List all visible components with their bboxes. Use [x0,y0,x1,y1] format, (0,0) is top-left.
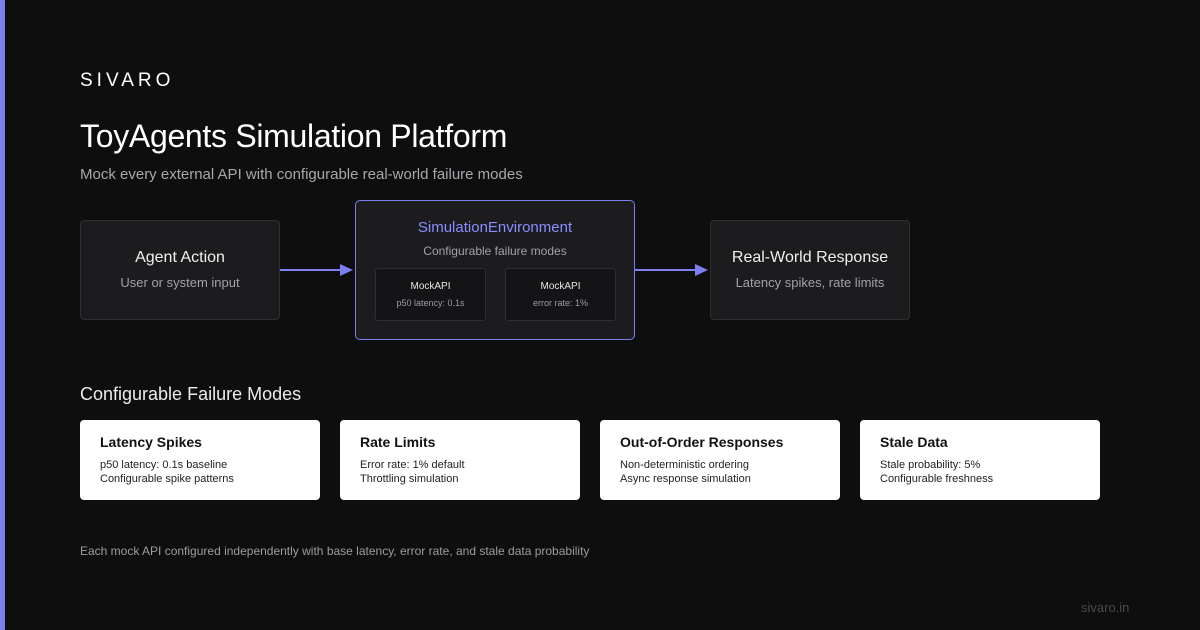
failure-modes-heading: Configurable Failure Modes [80,384,302,404]
card-title: Out-of-Order Responses [620,434,784,450]
simulation-environment-box: SimulationEnvironment Configurable failu… [355,200,635,340]
failure-mode-card-rate-limits: Rate Limits Error rate: 1% default Throt… [340,420,580,500]
card-title: Rate Limits [360,434,436,450]
arrow-agent-to-simulation [280,264,353,276]
simulation-environment-title: SimulationEnvironment [417,219,573,236]
card-line: Stale probability: 5% [880,459,981,471]
card-title: Latency Spikes [100,434,202,450]
arrow-simulation-to-response [635,264,708,276]
card-line: Configurable spike patterns [100,473,234,485]
mock-api-detail: p50 latency: 0.1s [396,298,465,308]
simulation-environment-subtitle: Configurable failure modes [423,244,567,258]
footer-url[interactable]: sivaro.in [1081,600,1129,615]
card-line: Non-deterministic ordering [620,459,749,471]
card-title: Stale Data [880,434,948,450]
page-title: ToyAgents Simulation Platform [80,118,508,154]
page-subtitle: Mock every external API with configurabl… [80,166,523,183]
real-world-response-subtitle: Latency spikes, rate limits [735,275,885,290]
agent-action-box: Agent Action User or system input [80,220,280,320]
footnote: Each mock API configured independently w… [80,544,590,558]
agent-action-subtitle: User or system input [120,275,240,290]
card-line: Throttling simulation [360,473,459,485]
card-line: Configurable freshness [880,473,994,485]
mock-api-name: MockAPI [410,281,451,292]
brand-logo: SIVARO [80,70,175,91]
real-world-response-title: Real-World Response [731,249,889,266]
card-line: Error rate: 1% default [360,459,465,471]
card-line: Async response simulation [620,473,751,485]
real-world-response-box: Real-World Response Latency spikes, rate… [710,220,910,320]
failure-mode-card-stale-data: Stale Data Stale probability: 5% Configu… [860,420,1100,500]
failure-mode-card-out-of-order: Out-of-Order Responses Non-deterministic… [600,420,840,500]
mock-api-name: MockAPI [540,281,581,292]
accent-bar [0,0,5,630]
mock-api-latency-box: MockAPI p50 latency: 0.1s [375,268,486,321]
page: SIVARO ToyAgents Simulation Platform Moc… [0,0,1200,630]
mock-api-error-box: MockAPI error rate: 1% [505,268,616,321]
mock-api-detail: error rate: 1% [532,298,589,308]
failure-mode-card-latency: Latency Spikes p50 latency: 0.1s baselin… [80,420,320,500]
card-line: p50 latency: 0.1s baseline [100,459,228,471]
agent-action-title: Agent Action [135,249,225,266]
